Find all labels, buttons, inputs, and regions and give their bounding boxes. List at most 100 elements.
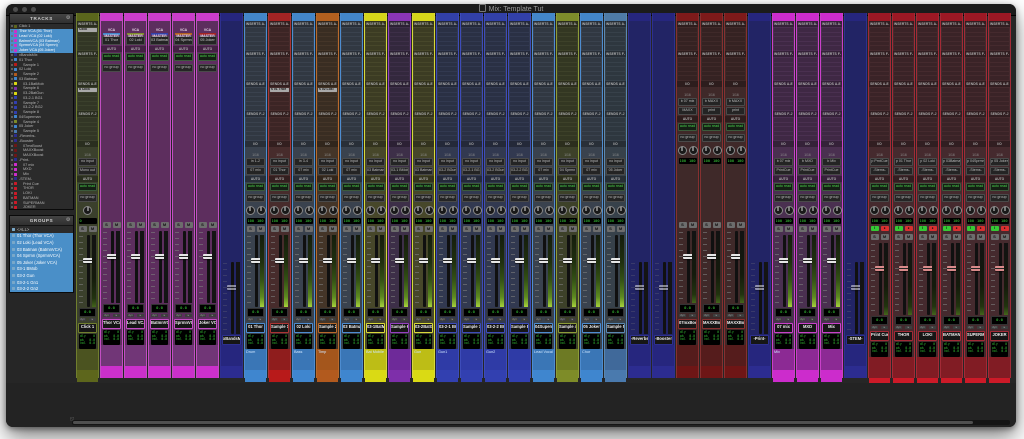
plugin-slot[interactable] [990,93,1009,97]
plugin-slot[interactable] [774,63,793,67]
plugin-slot[interactable] [246,127,265,131]
output-path-button[interactable]: 03-2-1 BG1 [462,167,481,175]
plugin-slot[interactable] [486,46,505,50]
comments-field[interactable]: Gun1 [437,349,458,370]
plugin-slot[interactable] [486,123,505,127]
track-visibility-dot[interactable] [11,125,13,127]
plugin-slot[interactable] [894,106,913,110]
automation-mode-button[interactable]: auto read [150,53,169,61]
automation-mode-button[interactable]: auto read [534,183,553,191]
plugin-slot[interactable] [414,28,433,32]
pan-knob-left[interactable] [702,146,711,155]
plugin-slot[interactable] [342,102,361,106]
plugin-slot[interactable] [462,123,481,127]
plugin-slot[interactable] [462,46,481,50]
input-path-button[interactable]: b MXD [798,158,817,166]
vca-assign-button[interactable]: 03 Batman [150,36,169,45]
plugin-slot[interactable] [78,93,97,97]
plugin-slot[interactable] [414,42,433,46]
plugin-slot[interactable] [462,72,481,76]
solo-button[interactable]: S [247,226,255,232]
pan-knob-right[interactable] [521,206,530,215]
input-path-button[interactable]: no input [270,158,289,166]
plugin-slot[interactable] [726,37,745,41]
plugin-slot[interactable] [510,72,529,76]
track-visibility-dot[interactable] [11,192,13,194]
fader-track[interactable] [543,235,546,307]
plugin-slot[interactable] [270,76,289,80]
input-path-button[interactable]: no input [534,158,553,166]
plugin-slot[interactable] [822,102,841,106]
track-visibility-dot[interactable] [11,116,13,118]
comments-field[interactable] [125,345,146,366]
plugin-slot[interactable] [822,132,841,136]
solo-button[interactable]: S [151,222,159,228]
plugin-slot[interactable] [294,42,313,46]
plugin-slot[interactable] [438,37,457,41]
expand-toggle[interactable]: ▸ [185,314,192,317]
plugin-slot[interactable] [534,132,553,136]
dyn-toggle[interactable]: dyn [487,318,494,321]
plugin-slot[interactable] [966,132,985,136]
plugin-slot[interactable] [558,28,577,32]
plugin-slot[interactable] [462,58,481,62]
plugin-slot[interactable] [942,63,961,67]
plugin-slot[interactable] [966,76,985,80]
plugin-slot[interactable] [486,33,505,37]
plugin-slot[interactable] [366,76,385,80]
plugin-slot[interactable] [438,72,457,76]
track-visibility-dot[interactable] [11,44,13,46]
expand-toggle[interactable]: ▸ [617,318,624,321]
plugin-slot[interactable] [942,67,961,71]
pan-knob-left[interactable] [726,146,735,155]
track-name-button[interactable]: Click 1 [78,323,97,333]
track-visibility-dot[interactable] [11,106,13,108]
plugin-slot[interactable] [342,93,361,97]
dyn-toggle[interactable]: dyn [871,326,878,329]
plugin-slot[interactable] [798,58,817,62]
plugin-slot[interactable] [678,76,697,80]
plugin-slot[interactable] [582,118,601,122]
plugin-slot[interactable] [294,63,313,67]
track-name-button[interactable]: 03-1BatMob [366,323,385,333]
fader-track[interactable] [663,262,666,334]
plugin-slot[interactable] [366,72,385,76]
input-path-button[interactable]: no input [414,158,433,166]
plugin-slot[interactable] [78,72,97,76]
plugin-slot[interactable] [414,67,433,71]
track-name-button[interactable]: Sample 5 [606,323,625,333]
plugin-slot[interactable] [822,76,841,80]
fader-track[interactable] [87,235,90,307]
plugin-slot[interactable] [606,123,625,127]
plugin-slot[interactable] [366,63,385,67]
fader-track[interactable] [975,243,978,315]
expand-toggle[interactable]: ▸ [713,314,720,317]
comments-field[interactable] [893,357,914,378]
dyn-toggle[interactable]: dyn [319,318,326,321]
plugin-slot[interactable] [318,46,337,50]
fader-track[interactable] [879,243,882,315]
plugin-slot[interactable] [318,76,337,80]
comments-field[interactable]: Bass [293,349,314,370]
pan-knob-left[interactable] [870,206,879,215]
plugin-slot[interactable] [462,97,481,101]
comments-field[interactable] [653,345,674,366]
plugin-slot[interactable] [78,67,97,71]
plugin-slot[interactable] [486,136,505,140]
plugin-slot[interactable] [990,76,1009,80]
input-monitor-button[interactable]: I [943,226,951,231]
plugin-slot[interactable] [606,93,625,97]
plugin-slot[interactable] [366,132,385,136]
expand-toggle[interactable]: ▸ [521,318,528,321]
track-visibility-dot[interactable] [11,154,13,156]
dyn-toggle[interactable]: dyn [343,318,350,321]
plugin-slot[interactable] [966,72,985,76]
plugin-slot[interactable] [870,37,889,41]
pan-knob-left[interactable] [798,206,807,215]
plugin-slot[interactable] [942,58,961,62]
solo-button[interactable]: S [415,226,423,232]
plugin-slot[interactable] [918,37,937,41]
plugin-slot[interactable] [246,76,265,80]
plugin-slot[interactable] [366,33,385,37]
pan-knob-left[interactable] [414,206,423,215]
